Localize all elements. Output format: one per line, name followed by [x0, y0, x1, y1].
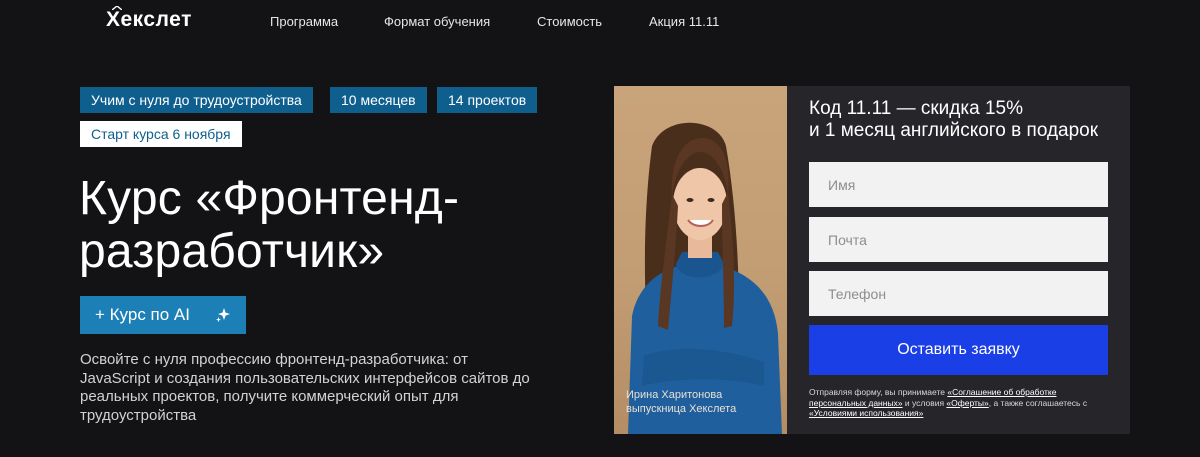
title-line-2: разработчик» [79, 225, 385, 278]
nav-price[interactable]: Стоимость [537, 14, 602, 29]
graduate-role: выпускница Хекслета [626, 402, 737, 415]
photo-caption: Ирина Харитонова выпускница Хекслета [626, 389, 736, 416]
tag-start-date: Старт курса 6 ноября [80, 121, 242, 147]
logo[interactable]: Хекслет [106, 8, 192, 32]
tag-from-zero: Учим с нуля до трудоустройства [80, 87, 313, 113]
graduate-name: Ирина Харитонова [626, 389, 723, 401]
graduate-portrait-image [628, 122, 782, 434]
ai-course-button[interactable]: + Курс по AI [80, 296, 246, 334]
legal-text-2: и условия [902, 397, 947, 408]
legal-notice: Отправляя форму, вы принимаете «Соглашен… [809, 387, 1114, 419]
nav-program[interactable]: Программа [270, 14, 338, 29]
legal-text-3: , а также соглашаетесь с [988, 397, 1088, 408]
promo-title-line-2: и 1 месяц английского в подарок [809, 120, 1099, 141]
terms-of-use-link[interactable]: «Условиями использования» [809, 408, 923, 418]
title-line-1: Курс «Фронтенд- [79, 172, 460, 225]
offer-link[interactable]: «Оферты» [946, 398, 988, 408]
name-field[interactable] [809, 162, 1108, 207]
nav-promo[interactable]: Акция 11.11 [649, 14, 719, 29]
email-field[interactable] [809, 217, 1108, 262]
submit-button[interactable]: Оставить заявку [809, 325, 1108, 375]
nav-format[interactable]: Формат обучения [384, 14, 490, 29]
promo-title: Код 11.11 — скидка 15% и 1 месяц английс… [809, 98, 1129, 142]
ai-course-label: + Курс по AI [95, 305, 190, 324]
phone-field[interactable] [809, 271, 1108, 316]
legal-text-1: Отправляя форму, вы принимаете [809, 387, 948, 397]
site-header: Хекслет Программа Формат обучения Стоимо… [0, 0, 1200, 44]
promo-title-line-1: Код 11.11 — скидка 15% [809, 98, 1023, 119]
page-title: Курс «Фронтенд- разработчик» [79, 172, 599, 278]
tag-duration: 10 месяцев [330, 87, 427, 113]
tag-projects: 14 проектов [437, 87, 538, 113]
graduate-photo [614, 86, 787, 434]
course-description: Освойте с нуля профессию фронтенд-разраб… [80, 351, 530, 424]
sparkle-icon [216, 308, 230, 323]
